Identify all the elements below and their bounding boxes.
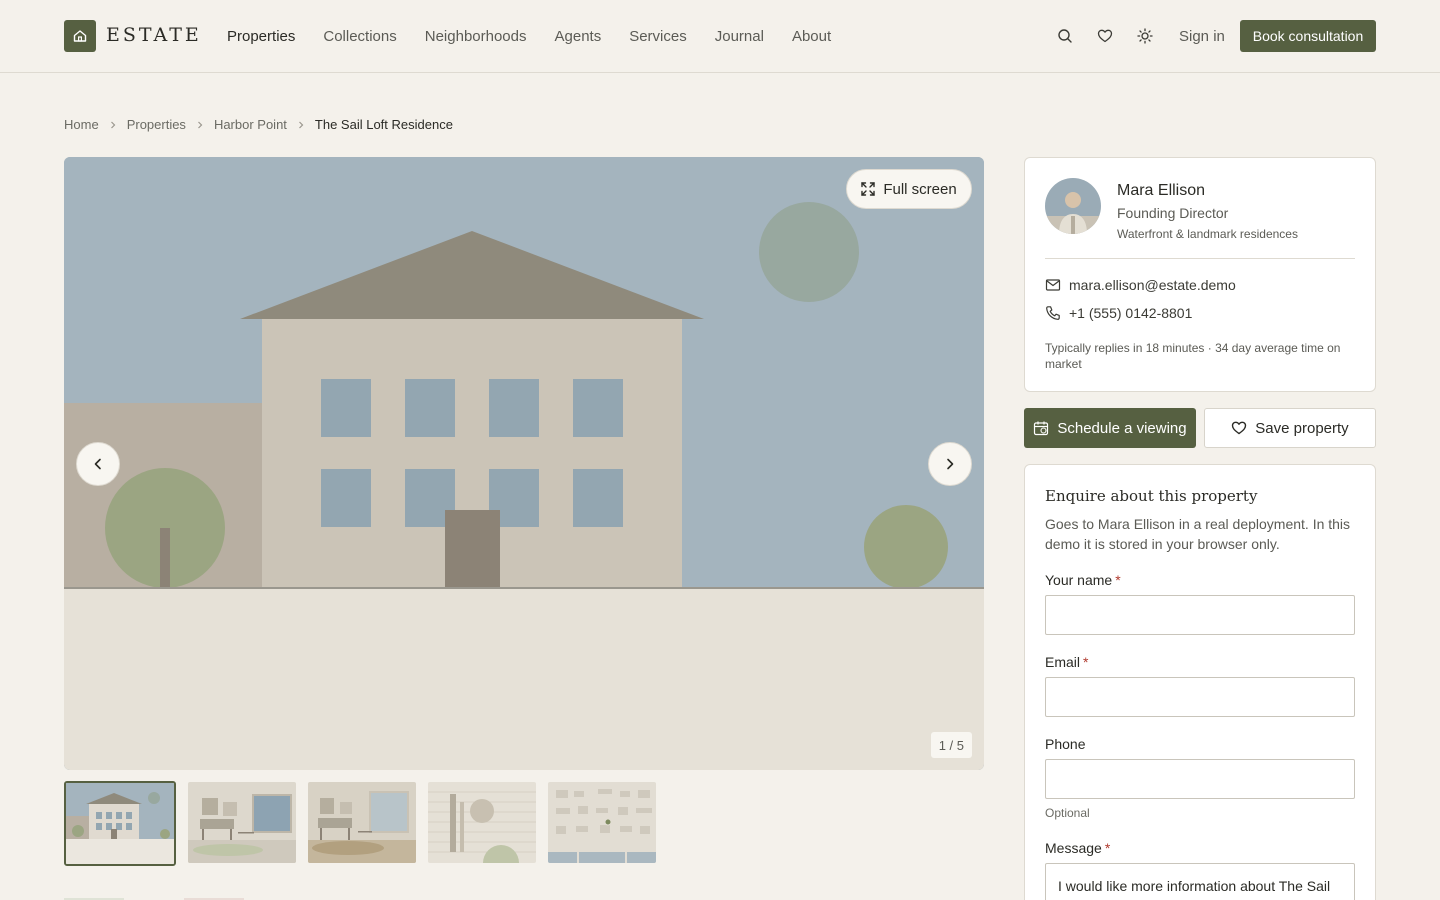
thumbnail-exterior[interactable]	[64, 781, 176, 866]
tab-underline-hint	[64, 898, 244, 900]
fullscreen-label: Full screen	[883, 180, 957, 198]
agent-title: Founding Director	[1117, 205, 1229, 221]
sign-in-link[interactable]: Sign in	[1179, 27, 1225, 47]
name-label: Your name *	[1045, 572, 1121, 588]
expand-icon	[861, 182, 876, 196]
previous-image-button[interactable]	[76, 442, 120, 486]
email-field[interactable]	[1045, 677, 1355, 717]
enquiry-description: Goes to Mara Ellison in a real deploymen…	[1045, 516, 1351, 552]
agent-name[interactable]: Mara Ellison	[1117, 182, 1205, 200]
nav-item-neighborhoods[interactable]: Neighborhoods	[425, 27, 527, 47]
thumbnail-living-room[interactable]	[188, 782, 296, 863]
main-nav: Properties Collections Neighborhoods Age…	[227, 27, 859, 47]
name-field[interactable]	[1045, 595, 1355, 635]
heart-icon[interactable]	[1095, 26, 1115, 46]
agent-card: Mara Ellison Founding Director Waterfron…	[1024, 157, 1376, 392]
chevron-right-icon	[109, 117, 117, 133]
calendar-clock-icon	[1034, 421, 1049, 436]
schedule-viewing-button[interactable]: Schedule a viewing	[1024, 408, 1196, 448]
breadcrumb-home[interactable]: Home	[64, 117, 99, 133]
sun-icon[interactable]	[1135, 26, 1155, 46]
nav-item-journal[interactable]: Journal	[715, 27, 764, 47]
thumbnail-bedroom[interactable]	[308, 782, 416, 863]
avatar	[1045, 178, 1101, 234]
mail-icon	[1045, 279, 1061, 291]
phone-icon	[1046, 306, 1060, 320]
required-mark: *	[1083, 654, 1089, 670]
phone-hint: Optional	[1045, 806, 1090, 820]
property-main-image	[64, 157, 984, 770]
reply-note: Typically replies in 18 minutes · 34 day…	[1045, 341, 1341, 371]
image-counter: 1 / 5	[930, 732, 972, 758]
nav-item-collections[interactable]: Collections	[323, 27, 396, 47]
save-property-button[interactable]: Save property	[1204, 408, 1376, 448]
phone-label: Phone	[1045, 736, 1086, 752]
thumbnail-map[interactable]	[548, 782, 656, 863]
breadcrumb-current: The Sail Loft Residence	[314, 117, 453, 132]
thumbnail-strip	[64, 781, 656, 866]
search-icon[interactable]	[1055, 26, 1075, 46]
agent-email[interactable]: mara.ellison@estate.demo	[1069, 277, 1236, 293]
enquiry-form: Enquire about this property Goes to Mara…	[1024, 464, 1376, 900]
agent-specialty: Waterfront & landmark residences	[1117, 227, 1298, 241]
heart-icon	[1232, 421, 1247, 435]
agent-phone-row[interactable]: +1 (555) 0142-8801	[1045, 305, 1192, 321]
message-label: Message *	[1045, 840, 1111, 856]
nav-item-services[interactable]: Services	[629, 27, 687, 47]
chevron-right-icon	[947, 458, 954, 470]
fullscreen-button[interactable]: Full screen	[846, 169, 972, 209]
brand-logo[interactable]: ESTATE	[106, 24, 202, 46]
property-gallery[interactable]: Full screen 1 / 5	[64, 157, 984, 770]
schedule-viewing-label: Schedule a viewing	[1057, 419, 1187, 437]
breadcrumb-harbor-point[interactable]: Harbor Point	[214, 117, 287, 133]
chevron-right-icon	[297, 117, 305, 133]
chevron-right-icon	[196, 117, 204, 133]
email-label: Email *	[1045, 654, 1089, 670]
thumbnail-detail[interactable]	[428, 782, 536, 863]
required-mark: *	[1115, 572, 1121, 588]
breadcrumb-properties[interactable]: Properties	[127, 117, 186, 133]
next-image-button[interactable]	[928, 442, 972, 486]
message-field[interactable]: I would like more information about The …	[1045, 863, 1355, 900]
divider	[1045, 258, 1355, 259]
agent-email-row[interactable]: mara.ellison@estate.demo	[1045, 277, 1236, 293]
save-property-label: Save property	[1255, 419, 1349, 437]
phone-field[interactable]	[1045, 759, 1355, 799]
nav-item-agents[interactable]: Agents	[555, 27, 602, 47]
site-header: ESTATE Properties Collections Neighborho…	[0, 0, 1440, 73]
required-mark: *	[1104, 840, 1111, 856]
nav-item-about[interactable]: About	[792, 27, 831, 47]
chevron-left-icon	[94, 458, 101, 470]
nav-item-properties[interactable]: Properties	[227, 27, 295, 47]
book-consultation-button[interactable]: Book consultation	[1240, 20, 1376, 52]
enquiry-title: Enquire about this property	[1045, 487, 1258, 505]
home-icon[interactable]	[64, 20, 96, 52]
agent-phone[interactable]: +1 (555) 0142-8801	[1069, 305, 1192, 321]
breadcrumb: Home Properties Harbor Point The Sail Lo…	[64, 117, 453, 133]
